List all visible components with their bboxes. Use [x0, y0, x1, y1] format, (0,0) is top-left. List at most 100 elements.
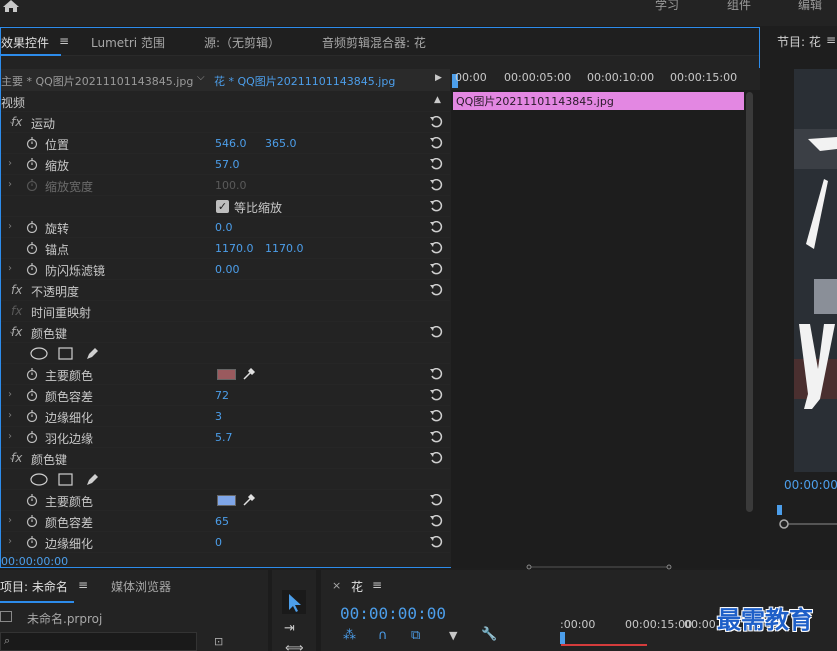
- edge-thin-value[interactable]: 0: [215, 536, 222, 549]
- panel-menu-icon[interactable]: ≡: [59, 34, 69, 48]
- play-only-icon[interactable]: ▶: [435, 73, 442, 83]
- tab-source[interactable]: 源:（无剪辑）: [204, 34, 280, 51]
- reset-icon[interactable]: [429, 242, 443, 254]
- anchor-x-value[interactable]: 1170.0: [215, 242, 254, 255]
- reset-icon[interactable]: [429, 200, 443, 212]
- rotation-value[interactable]: 0.0: [215, 221, 233, 234]
- chevron-down-icon[interactable]: ⌵: [197, 72, 205, 83]
- reset-icon[interactable]: [429, 515, 443, 527]
- program-scrubber[interactable]: [776, 503, 837, 529]
- pen-mask-icon[interactable]: [85, 472, 100, 487]
- tab-effect-controls[interactable]: 效果控件: [1, 34, 49, 51]
- edge-thin-value[interactable]: 3: [215, 410, 222, 423]
- reset-icon[interactable]: [429, 263, 443, 275]
- reset-icon[interactable]: [429, 368, 443, 380]
- sequence-playhead[interactable]: [560, 632, 565, 644]
- reset-icon[interactable]: [429, 326, 443, 338]
- reset-icon[interactable]: [429, 284, 443, 296]
- linked-selection-icon[interactable]: ⧉: [411, 628, 420, 643]
- reset-icon[interactable]: [429, 221, 443, 233]
- reset-icon[interactable]: [429, 452, 443, 464]
- tab-lumetri-scopes[interactable]: Lumetri 范围: [91, 34, 165, 51]
- home-icon[interactable]: [0, 0, 22, 14]
- stopwatch-icon[interactable]: [26, 242, 38, 254]
- work-area-bar[interactable]: [561, 644, 647, 646]
- ellipse-mask-icon[interactable]: [30, 473, 48, 486]
- stopwatch-icon[interactable]: [26, 368, 38, 380]
- key-color-swatch[interactable]: [217, 369, 236, 380]
- snap-magnet-icon[interactable]: ∩: [378, 628, 388, 643]
- reset-icon[interactable]: [429, 431, 443, 443]
- chevron-right-icon[interactable]: ›: [8, 263, 12, 274]
- program-timecode[interactable]: 00:00:00: [784, 478, 837, 492]
- uniform-scale-checkbox[interactable]: ✓: [216, 200, 229, 213]
- chevron-right-icon[interactable]: ›: [8, 221, 12, 232]
- rectangle-mask-icon[interactable]: [58, 347, 73, 360]
- panel-menu-icon[interactable]: ≡: [372, 578, 382, 592]
- stopwatch-icon[interactable]: [26, 536, 38, 548]
- master-clip-label[interactable]: 主要 * QQ图片20211101143845.jpg: [1, 73, 193, 89]
- new-bin-icon[interactable]: ⊡: [214, 635, 223, 648]
- close-icon[interactable]: ×: [332, 579, 341, 592]
- stopwatch-icon[interactable]: [26, 263, 38, 275]
- sequence-timecode[interactable]: 00:00:00:00: [340, 604, 446, 623]
- ellipse-mask-icon[interactable]: [30, 347, 48, 360]
- fx-icon[interactable]: fx: [11, 451, 22, 465]
- tab-project[interactable]: 项目: 未命名: [0, 578, 68, 595]
- ripple-edit-tool-icon[interactable]: ⟺: [285, 641, 304, 651]
- reset-icon[interactable]: [429, 410, 443, 422]
- track-select-tool-icon[interactable]: ⇥: [284, 621, 295, 636]
- chevron-right-icon[interactable]: ›: [8, 179, 12, 190]
- reset-icon[interactable]: [429, 116, 443, 128]
- chevron-right-icon[interactable]: ›: [8, 389, 12, 400]
- chevron-right-icon[interactable]: ›: [8, 536, 12, 547]
- scroll-up-icon[interactable]: ▲: [434, 95, 441, 105]
- time-ruler[interactable]: 00:00 00:00:05:00 00:00:10:00 00:00:15:0…: [451, 68, 760, 90]
- reset-icon[interactable]: [429, 179, 443, 191]
- stopwatch-icon[interactable]: [26, 515, 38, 527]
- effect-motion[interactable]: ⌄ fx 运动: [1, 112, 450, 133]
- rectangle-mask-icon[interactable]: [58, 473, 73, 486]
- position-x-value[interactable]: 546.0: [215, 137, 247, 150]
- effect-color-key-2[interactable]: ⌄ fx 颜色键: [1, 448, 450, 469]
- tab-media-browser[interactable]: 媒体浏览器: [111, 578, 171, 595]
- nest-toggle-icon[interactable]: ⁂: [343, 628, 356, 643]
- panel-timecode[interactable]: 00:00:00:00: [1, 555, 68, 568]
- fx-icon[interactable]: fx: [11, 283, 22, 297]
- reset-icon[interactable]: [429, 494, 443, 506]
- add-marker-icon[interactable]: ▼: [449, 629, 457, 642]
- effect-opacity[interactable]: fx 不透明度: [1, 280, 450, 301]
- fx-icon[interactable]: fx: [11, 115, 22, 129]
- chevron-right-icon[interactable]: ›: [8, 410, 12, 421]
- wrench-icon[interactable]: 🔧: [481, 627, 497, 642]
- project-search-input[interactable]: ⌕: [0, 632, 197, 651]
- stopwatch-icon[interactable]: [26, 389, 38, 401]
- tolerance-value[interactable]: 65: [215, 515, 229, 528]
- sequence-clip-label[interactable]: 花 * QQ图片20211101143845.jpg: [214, 73, 395, 89]
- workspace-assembly[interactable]: 组件: [727, 0, 751, 13]
- reset-icon[interactable]: [429, 389, 443, 401]
- workspace-learn[interactable]: 学习: [655, 0, 679, 13]
- stopwatch-icon[interactable]: [26, 410, 38, 422]
- anti-flicker-value[interactable]: 0.00: [215, 263, 240, 276]
- chevron-right-icon[interactable]: ›: [8, 515, 12, 526]
- effect-time-remap[interactable]: fx 时间重映射: [1, 301, 450, 322]
- program-monitor-title[interactable]: 节目: 花: [777, 33, 821, 50]
- scale-value[interactable]: 57.0: [215, 158, 240, 171]
- feather-value[interactable]: 5.7: [215, 431, 233, 444]
- reset-icon[interactable]: [429, 137, 443, 149]
- key-color-swatch[interactable]: [217, 495, 236, 506]
- stopwatch-icon[interactable]: [26, 221, 38, 233]
- reset-icon[interactable]: [429, 536, 443, 548]
- stopwatch-icon[interactable]: [26, 158, 38, 170]
- stopwatch-icon[interactable]: [26, 494, 38, 506]
- workspace-editing[interactable]: 编辑: [798, 0, 822, 13]
- tab-audio-clip-mixer[interactable]: 音频剪辑混合器: 花: [322, 34, 426, 51]
- tolerance-value[interactable]: 72: [215, 389, 229, 402]
- chevron-right-icon[interactable]: ›: [8, 158, 12, 169]
- vertical-scrollbar[interactable]: [746, 92, 753, 512]
- selection-tool[interactable]: [282, 590, 306, 614]
- clip-bar[interactable]: QQ图片20211101143845.jpg: [453, 92, 744, 110]
- sequence-tab[interactable]: 花: [351, 578, 363, 595]
- anchor-y-value[interactable]: 1170.0: [265, 242, 304, 255]
